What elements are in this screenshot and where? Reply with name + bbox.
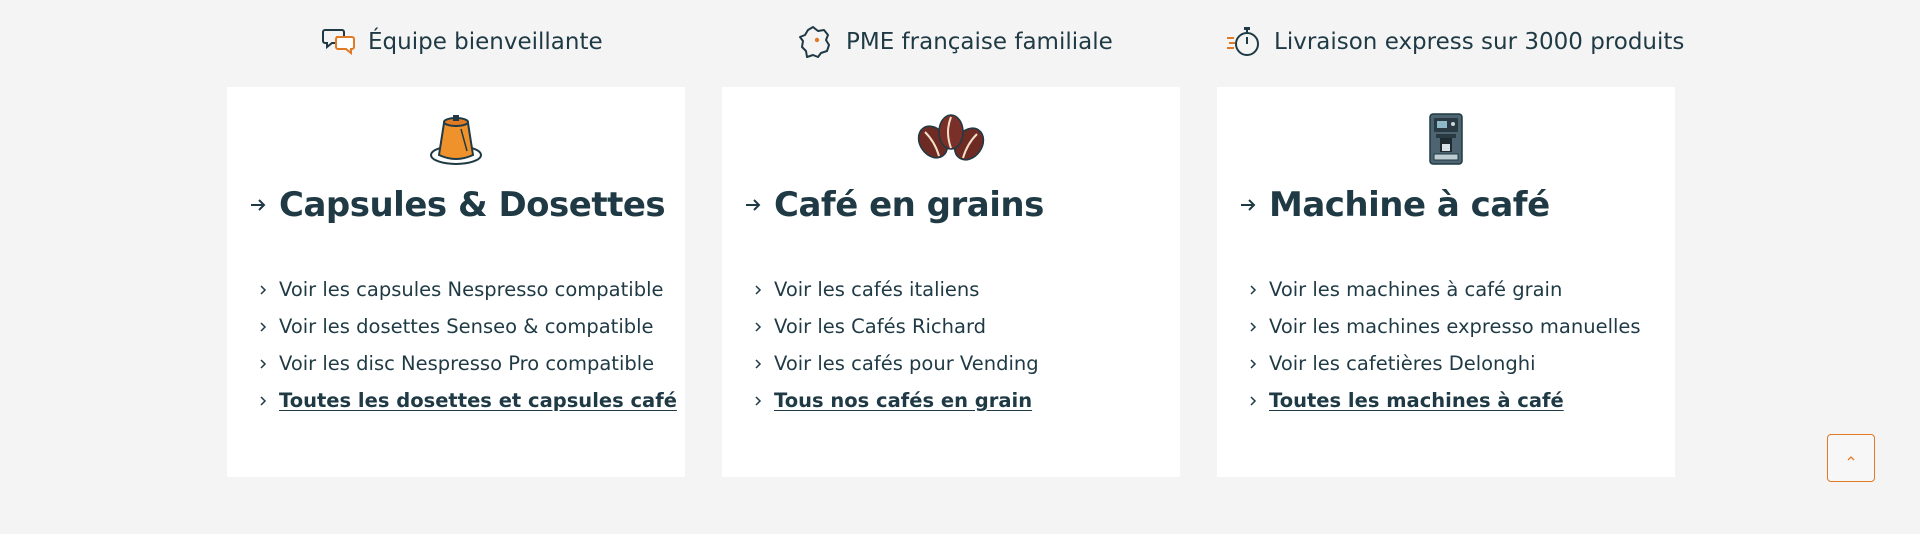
fast-stopwatch-icon [1226, 24, 1262, 60]
arrow-right-icon [746, 199, 761, 211]
list-item: Toutes les dosettes et capsules café [259, 382, 677, 419]
coffee-capsule-icon [416, 111, 496, 167]
card-title: Café en grains [774, 185, 1044, 225]
chevron-right-icon [755, 358, 762, 369]
arrow-right-icon [251, 199, 266, 211]
chevron-right-icon [755, 321, 762, 332]
link-italian-coffees[interactable]: Voir les cafés italiens [774, 278, 979, 301]
link-all-coffee-machines[interactable]: Toutes les machines à café [1269, 389, 1564, 412]
france-map-icon [798, 24, 834, 60]
list-item: Toutes les machines à café [1249, 382, 1665, 419]
chevron-right-icon [1250, 284, 1257, 295]
list-item: Voir les cafés pour Vending [754, 345, 1170, 382]
card-links: Voir les machines à café grain Voir les … [1249, 271, 1665, 419]
chat-bubbles-icon [322, 27, 356, 57]
feature-label: Équipe bienveillante [368, 29, 603, 55]
list-item: Voir les machines à café grain [1249, 271, 1665, 308]
features-bar: Équipe bienveillante PME française famil… [0, 22, 1920, 62]
feature-french-family-company: PME française familiale [798, 22, 1113, 62]
link-delonghi-coffee-makers[interactable]: Voir les cafetières Delonghi [1269, 352, 1536, 375]
feature-friendly-team: Équipe bienveillante [322, 22, 603, 62]
category-card-coffee-machines: Machine à café Voir les machines à café … [1217, 87, 1675, 477]
link-nespresso-capsules[interactable]: Voir les capsules Nespresso compatible [279, 278, 664, 301]
feature-express-delivery: Livraison express sur 3000 produits [1226, 22, 1684, 62]
link-nespresso-pro-discs[interactable]: Voir les disc Nespresso Pro compatible [279, 352, 654, 375]
card-title-link[interactable]: Café en grains [744, 185, 1044, 225]
list-item: Voir les cafés italiens [754, 271, 1170, 308]
list-item: Tous nos cafés en grain [754, 382, 1170, 419]
list-item: Voir les dosettes Senseo & compatible [259, 308, 675, 345]
back-to-top-button[interactable] [1827, 434, 1875, 482]
chevron-right-icon [260, 321, 267, 332]
chevron-right-icon [755, 284, 762, 295]
chevron-right-icon [260, 284, 267, 295]
card-links: Voir les cafés italiens Voir les Cafés R… [754, 271, 1170, 419]
link-all-capsules[interactable]: Toutes les dosettes et capsules café [279, 389, 677, 412]
list-item: Voir les Cafés Richard [754, 308, 1170, 345]
feature-label: Livraison express sur 3000 produits [1274, 29, 1685, 55]
list-item: Voir les capsules Nespresso compatible [259, 271, 675, 308]
category-card-coffee-beans: Café en grains Voir les cafés italiens V… [722, 87, 1180, 477]
list-item: Voir les cafetières Delonghi [1249, 345, 1665, 382]
feature-label: PME française familiale [846, 29, 1113, 55]
chevron-right-icon [1250, 321, 1257, 332]
chevron-right-icon [755, 395, 762, 406]
card-title-link[interactable]: Capsules & Dosettes [249, 185, 666, 225]
card-title: Capsules & Dosettes [279, 185, 666, 225]
link-all-coffee-beans[interactable]: Tous nos cafés en grain [774, 389, 1032, 412]
card-title-link[interactable]: Machine à café [1239, 185, 1550, 225]
category-card-capsules: Capsules & Dosettes Voir les capsules Ne… [227, 87, 685, 477]
link-manual-espresso-machines[interactable]: Voir les machines expresso manuelles [1269, 315, 1641, 338]
chevron-up-icon [1847, 456, 1855, 461]
coffee-machine-icon [1406, 111, 1486, 167]
link-vending-coffees[interactable]: Voir les cafés pour Vending [774, 352, 1039, 375]
chevron-right-icon [260, 358, 267, 369]
list-item: Voir les machines expresso manuelles [1249, 308, 1665, 345]
link-bean-machines[interactable]: Voir les machines à café grain [1269, 278, 1562, 301]
list-item: Voir les disc Nespresso Pro compatible [259, 345, 675, 382]
card-links: Voir les capsules Nespresso compatible V… [259, 271, 677, 419]
coffee-beans-icon [911, 111, 991, 167]
chevron-right-icon [1250, 358, 1257, 369]
card-title: Machine à café [1269, 185, 1550, 225]
chevron-right-icon [1250, 395, 1257, 406]
link-senseo-pods[interactable]: Voir les dosettes Senseo & compatible [279, 315, 654, 338]
link-cafes-richard[interactable]: Voir les Cafés Richard [774, 315, 986, 338]
chevron-right-icon [260, 395, 267, 406]
arrow-right-icon [1241, 199, 1256, 211]
